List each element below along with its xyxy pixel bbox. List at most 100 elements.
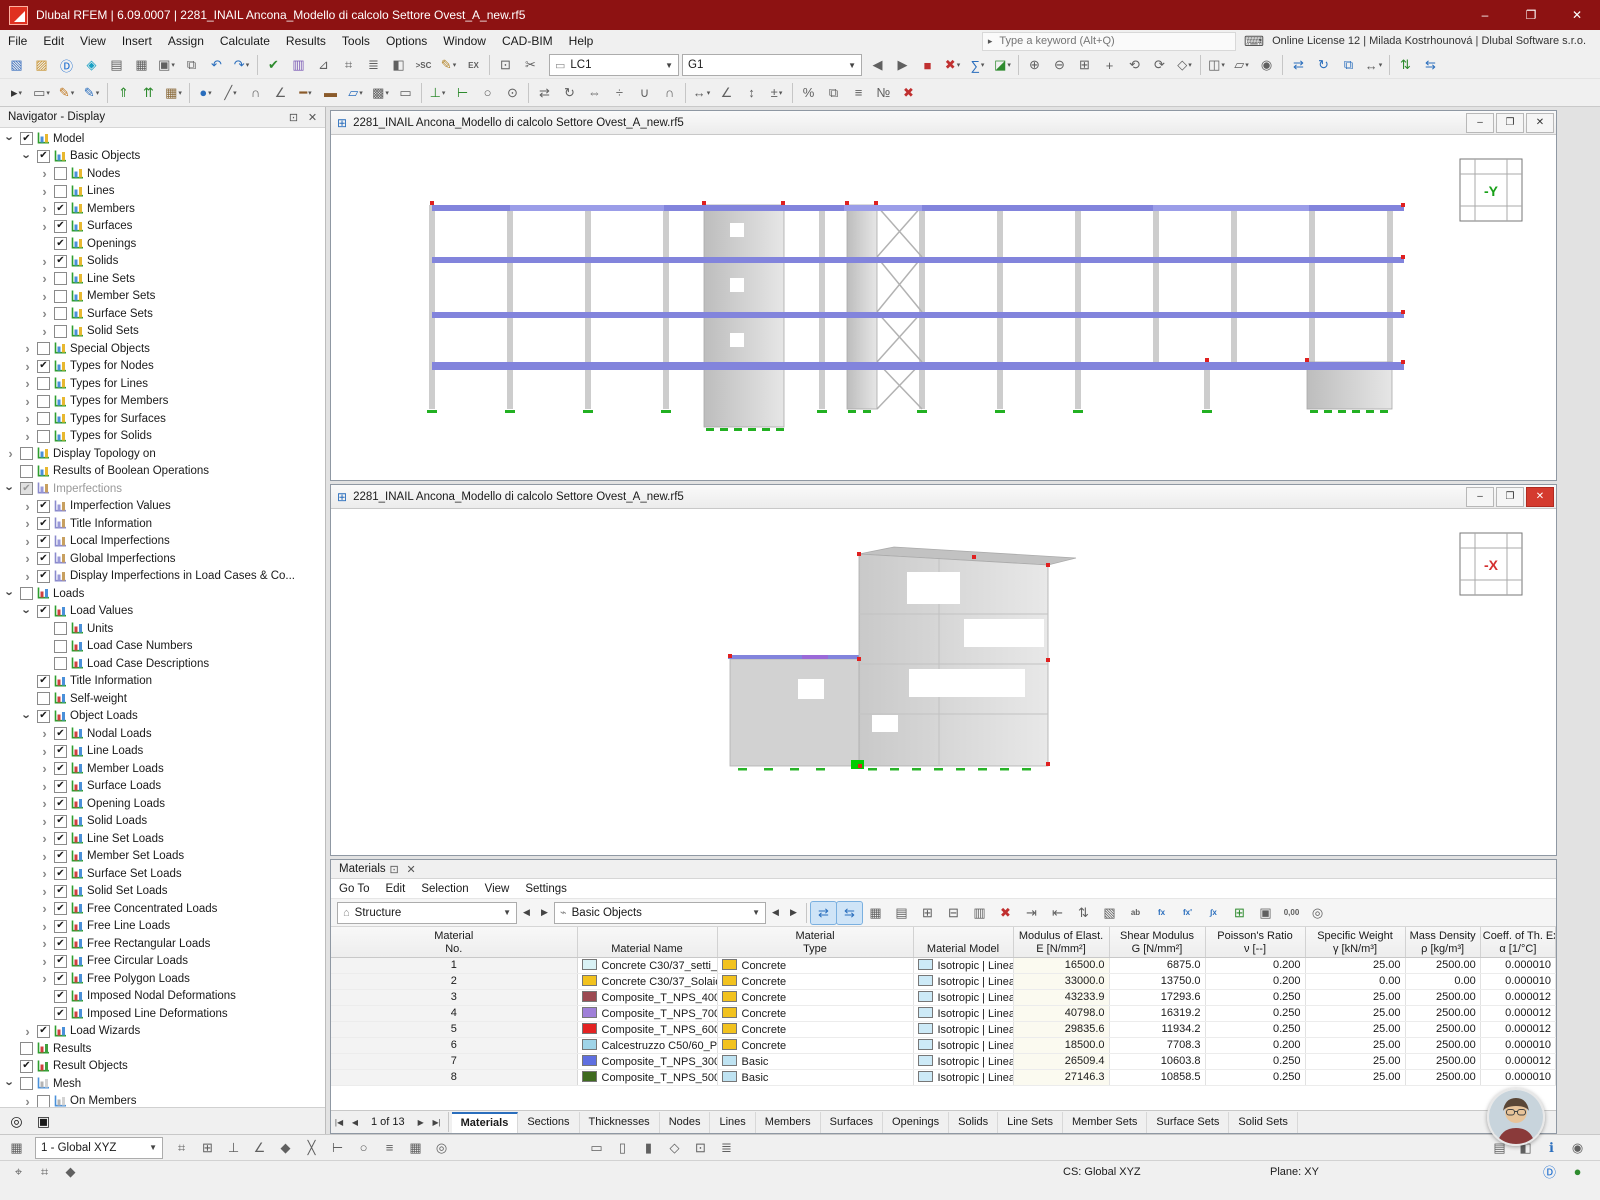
- expand-arrow-icon[interactable]: [4, 1076, 17, 1091]
- shadow-mode[interactable]: >SC: [411, 54, 436, 76]
- guideline-lock[interactable]: ≡: [377, 1137, 402, 1159]
- prev-table-button[interactable]: ◀: [518, 902, 535, 924]
- table-tab[interactable]: Members: [755, 1111, 821, 1133]
- tree-item[interactable]: Types for Members: [0, 393, 325, 411]
- renumber[interactable]: №: [871, 82, 896, 104]
- menu-item[interactable]: Options: [378, 30, 435, 52]
- tree-checkbox[interactable]: [37, 569, 50, 583]
- tree-item[interactable]: Surface Set Loads: [0, 865, 325, 883]
- zoom-window[interactable]: ⊞: [1072, 54, 1097, 76]
- tree-item[interactable]: Object Loads: [0, 708, 325, 726]
- block-library[interactable]: ▦ ▾: [161, 82, 186, 104]
- table-view-mode[interactable]: ▦: [863, 902, 888, 924]
- row-colors[interactable]: ▧: [1097, 902, 1122, 924]
- viewport2-close-button[interactable]: ✕: [1526, 486, 1554, 507]
- info-messages[interactable]: ℹ: [1539, 1137, 1564, 1159]
- edit-mirror[interactable]: ⇔: [582, 82, 607, 104]
- tree-checkbox[interactable]: [54, 744, 67, 758]
- menu-item[interactable]: Edit: [35, 30, 72, 52]
- zoom-in[interactable]: ⊕: [1022, 54, 1047, 76]
- move-copy[interactable]: ⇄: [1286, 54, 1311, 76]
- material-row[interactable]: 8 Composite_T_NPS_500x500 Basic Isotropi…: [331, 1069, 1556, 1086]
- symbols[interactable]: ± ▾: [764, 82, 789, 104]
- menu-item[interactable]: Tools: [334, 30, 378, 52]
- menu-item[interactable]: Calculate: [212, 30, 278, 52]
- expand-arrow-icon[interactable]: [38, 184, 51, 199]
- menu-item[interactable]: Help: [561, 30, 602, 52]
- snap-points[interactable]: ⊞: [195, 1137, 220, 1159]
- expand-arrow-icon[interactable]: [38, 166, 51, 181]
- tree-checkbox[interactable]: [54, 307, 67, 321]
- excel-export[interactable]: ⊞: [1227, 902, 1252, 924]
- table-tab[interactable]: Surface Sets: [1147, 1111, 1230, 1133]
- tree-checkbox[interactable]: [54, 779, 67, 793]
- tree-checkbox[interactable]: [37, 149, 50, 163]
- materials-menu-item[interactable]: View: [477, 879, 518, 898]
- new-polyline[interactable]: ∠: [268, 82, 293, 104]
- tree-checkbox[interactable]: [37, 412, 50, 426]
- expand-arrow-icon[interactable]: [21, 411, 34, 426]
- tree-item[interactable]: Members: [0, 200, 325, 218]
- line-hinge[interactable]: ⊙: [500, 82, 525, 104]
- view-isometric[interactable]: ◇: [662, 1137, 687, 1159]
- edit-divide[interactable]: ÷: [607, 82, 632, 104]
- cartesian-input[interactable]: ▦: [403, 1137, 428, 1159]
- section-plane[interactable]: ⊡: [493, 54, 518, 76]
- first-page-button[interactable]: |◀: [331, 1113, 347, 1131]
- tree-checkbox[interactable]: [37, 342, 50, 356]
- viewport1-restore-button[interactable]: ❐: [1496, 112, 1524, 133]
- expand-arrow-icon[interactable]: [21, 604, 34, 619]
- materials-column-header[interactable]: Mass Density ρ [kg/m³]: [1405, 927, 1481, 958]
- view-yz[interactable]: ▮: [636, 1137, 661, 1159]
- material-row[interactable]: 6 Calcestruzzo C50/60_Pilastri_Fes.50% C…: [331, 1037, 1556, 1054]
- expand-arrow-icon[interactable]: [4, 131, 17, 146]
- material-row[interactable]: 4 Composite_T_NPS_700x350 Concrete Isotr…: [331, 1005, 1556, 1022]
- viewport2-canvas[interactable]: -X: [332, 509, 1555, 854]
- expand-arrow-icon[interactable]: [38, 779, 51, 794]
- tree-item[interactable]: Title Information: [0, 515, 325, 533]
- last-page-button[interactable]: ▶|: [429, 1113, 445, 1131]
- tree-checkbox[interactable]: [20, 587, 33, 601]
- tree-checkbox[interactable]: [37, 1024, 50, 1038]
- snap-ortho[interactable]: ⊥: [221, 1137, 246, 1159]
- edit-rotate[interactable]: ↻: [557, 82, 582, 104]
- tree-checkbox[interactable]: [54, 289, 67, 303]
- expand-arrow-icon[interactable]: [38, 831, 51, 846]
- redo[interactable]: ↷ ▾: [229, 54, 254, 76]
- snap-tangent[interactable]: ○: [351, 1137, 376, 1159]
- snap-midpoint[interactable]: ◆: [273, 1137, 298, 1159]
- tree-checkbox[interactable]: [54, 219, 67, 233]
- user-defined-visibility[interactable]: ◉: [1254, 54, 1279, 76]
- tree-item[interactable]: Special Objects: [0, 340, 325, 358]
- tree-checkbox[interactable]: [54, 1007, 67, 1021]
- materials-column-header[interactable]: Shear Modulus G [N/mm²]: [1109, 927, 1206, 958]
- menu-item[interactable]: View: [72, 30, 114, 52]
- snap-grid[interactable]: ⌗: [169, 1137, 194, 1159]
- expand-arrow-icon[interactable]: [38, 884, 51, 899]
- tree-checkbox[interactable]: [54, 954, 67, 968]
- notifications[interactable]: ◉: [1565, 1137, 1590, 1159]
- select-special[interactable]: ▱ ▾: [1229, 54, 1254, 76]
- delete-results[interactable]: ✖ ▾: [940, 54, 965, 76]
- expand-arrow-icon[interactable]: [38, 936, 51, 951]
- tree-item[interactable]: Solid Loads: [0, 813, 325, 831]
- materials-menu-item[interactable]: Go To: [331, 879, 377, 898]
- manage-panels[interactable]: ▤: [104, 54, 129, 76]
- window-close-button[interactable]: ✕: [1554, 0, 1600, 30]
- close-panel[interactable]: ✕: [403, 861, 420, 877]
- table-tab[interactable]: Line Sets: [998, 1111, 1063, 1133]
- line-support[interactable]: ⊢: [450, 82, 475, 104]
- tree-checkbox[interactable]: [54, 272, 67, 286]
- dlubal-news[interactable]: Ⓓ: [1537, 1161, 1562, 1183]
- tree-checkbox[interactable]: [54, 919, 67, 933]
- delete-objects[interactable]: ✖: [896, 82, 921, 104]
- connection-status[interactable]: ●: [1565, 1161, 1590, 1183]
- expand-arrow-icon[interactable]: [21, 1024, 34, 1039]
- tree-item[interactable]: Units: [0, 620, 325, 638]
- next-category-button[interactable]: ▶: [785, 902, 802, 924]
- decimal-places[interactable]: 0,00: [1279, 902, 1304, 924]
- format-pen[interactable]: ✎ ▾: [79, 82, 104, 104]
- expand-arrow-icon[interactable]: [38, 901, 51, 916]
- align-objects[interactable]: ≡: [846, 82, 871, 104]
- tree-item[interactable]: Free Circular Loads: [0, 953, 325, 971]
